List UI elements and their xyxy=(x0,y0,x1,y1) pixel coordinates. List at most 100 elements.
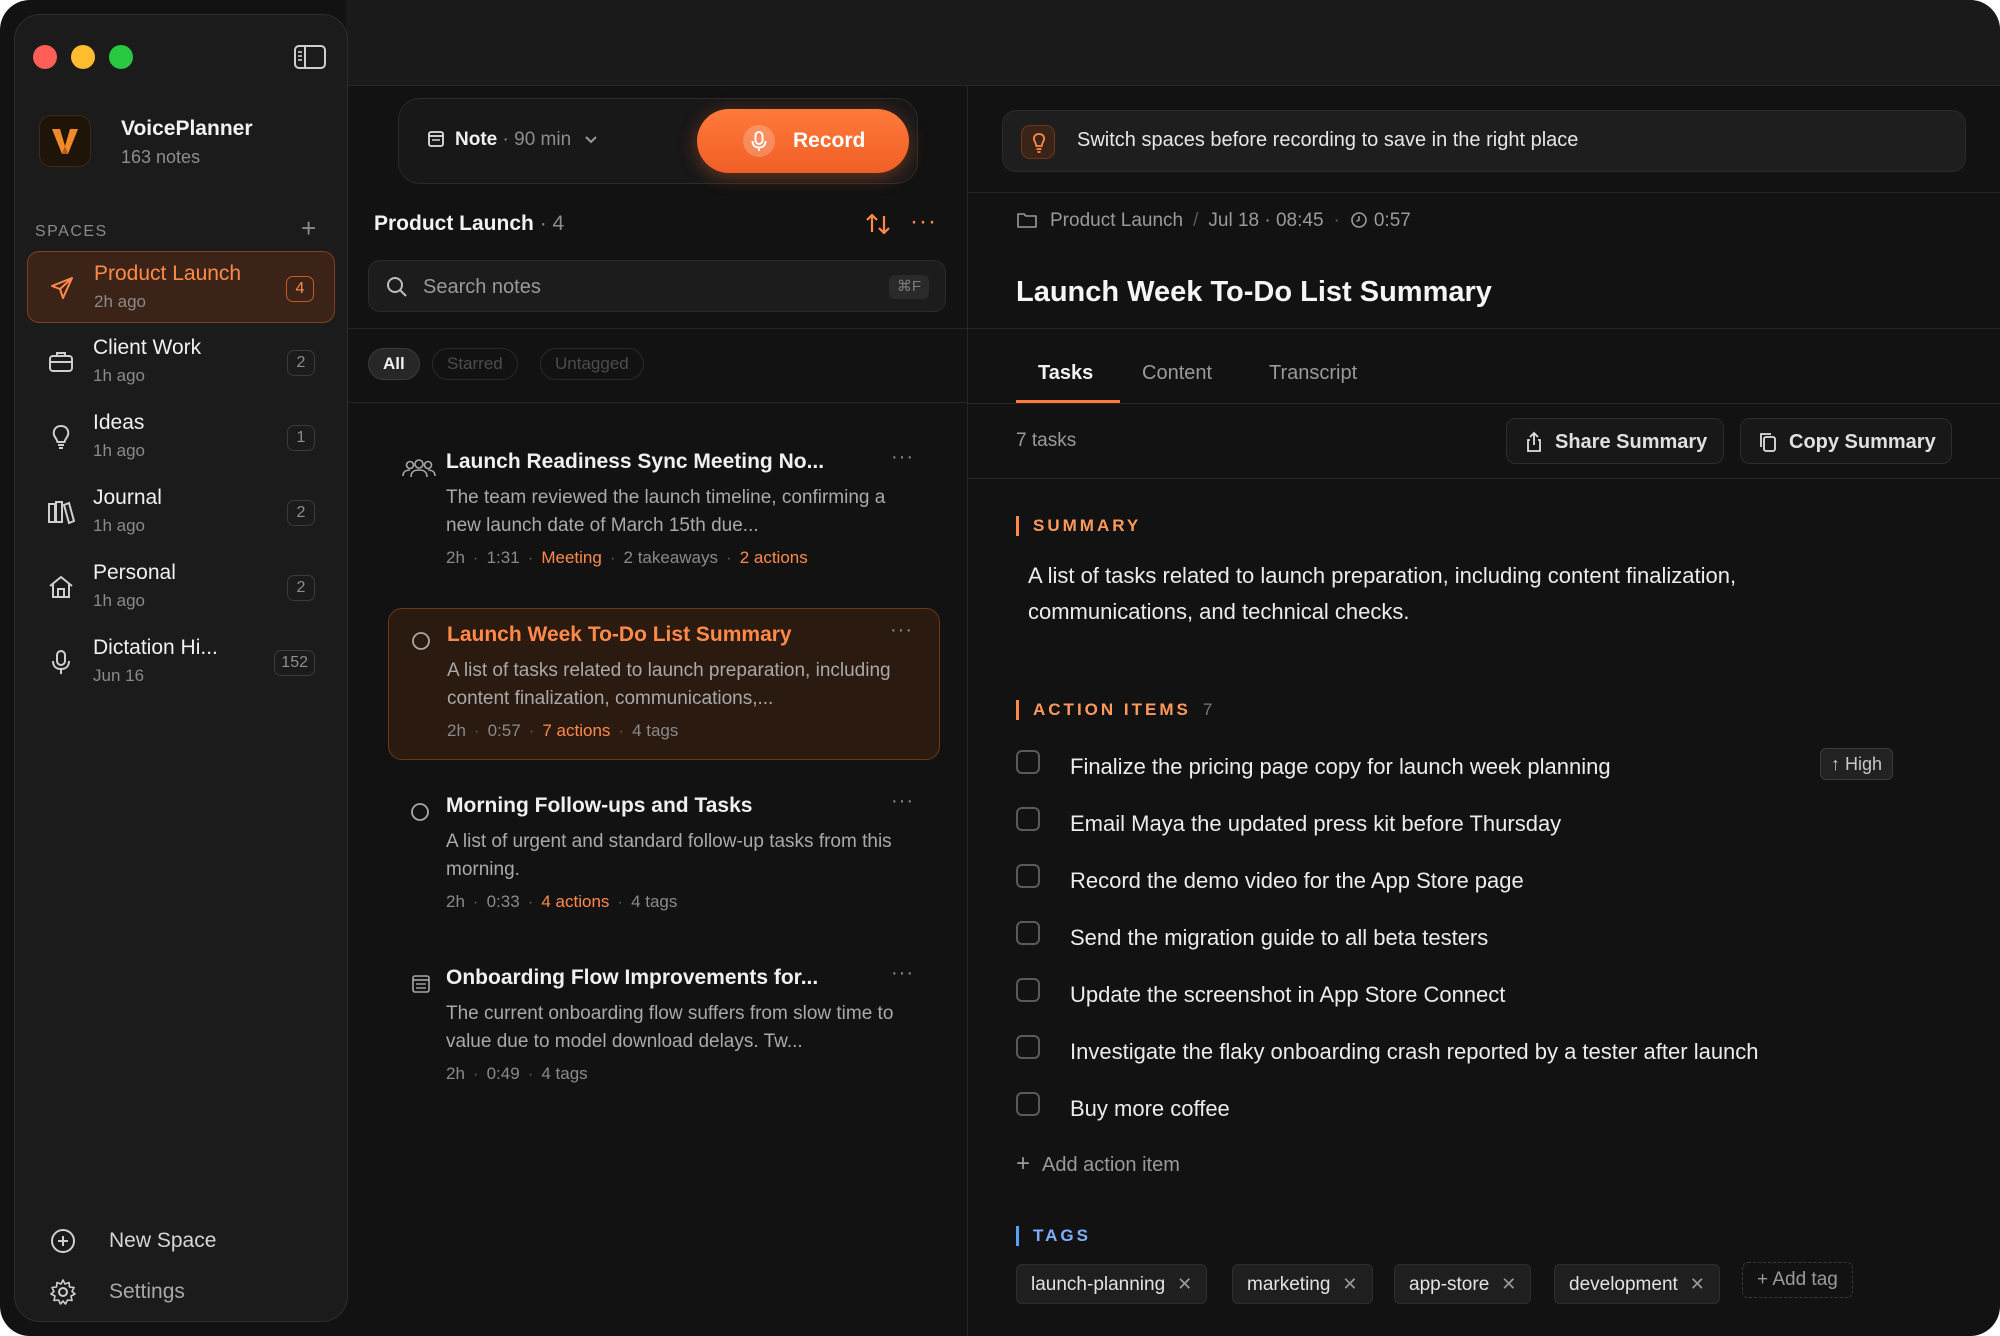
task-text[interactable]: Update the screenshot in App Store Conne… xyxy=(1070,982,1505,1008)
new-space-label: New Space xyxy=(109,1229,217,1252)
copy-summary-button[interactable]: Copy Summary xyxy=(1740,418,1952,464)
filter-all[interactable]: All xyxy=(368,348,420,380)
folder-icon xyxy=(1017,213,1037,228)
task-text[interactable]: Send the migration guide to all beta tes… xyxy=(1070,925,1488,951)
sidebar-item-dictation-history[interactable]: Dictation Hi... Jun 16 152 xyxy=(27,626,335,698)
note-card-selected[interactable]: Launch Week To-Do List Summary ··· A lis… xyxy=(388,608,940,760)
note-title: Morning Follow-ups and Tasks xyxy=(446,794,753,817)
note-icon xyxy=(428,131,444,147)
books-icon xyxy=(48,501,75,525)
space-time: 1h ago xyxy=(93,441,145,460)
note-card[interactable]: Onboarding Flow Improvements for... ··· … xyxy=(388,952,940,1104)
divider xyxy=(968,403,2000,404)
task-checkbox[interactable] xyxy=(1016,921,1040,945)
action-items-count: 7 xyxy=(1202,700,1213,719)
priority-badge[interactable]: ↑ High xyxy=(1820,748,1894,780)
zoom-window-button[interactable] xyxy=(109,45,133,69)
clock-icon xyxy=(1351,212,1367,228)
close-window-button[interactable] xyxy=(33,45,57,69)
filter-untagged[interactable]: Untagged xyxy=(540,348,644,380)
add-tag-button[interactable]: + Add tag xyxy=(1742,1262,1853,1298)
space-count-badge: 1 xyxy=(287,425,315,451)
record-button[interactable]: Record xyxy=(697,109,909,173)
remove-tag-icon[interactable]: ✕ xyxy=(1342,1274,1357,1294)
note-title: Launch Readiness Sync Meeting No... xyxy=(446,450,825,473)
task-item: Send the migration guide to all beta tes… xyxy=(1016,917,1916,957)
add-action-item-button[interactable]: + Add action item xyxy=(1016,1150,1180,1178)
app-window: VoicePlanner 163 notes SPACES + Product … xyxy=(0,0,2000,1336)
notes-count: 163 notes xyxy=(121,147,201,167)
meta-tags: 4 tags xyxy=(631,892,678,911)
remove-tag-icon[interactable]: ✕ xyxy=(1177,1274,1192,1294)
note-meta: 2h · 0:33 · 4 actions · 4 tags xyxy=(446,892,678,911)
remove-tag-icon[interactable]: ✕ xyxy=(1690,1274,1705,1294)
meta-age: 2h xyxy=(446,1064,465,1083)
note-preview: A list of urgent and standard follow-up … xyxy=(446,831,892,880)
task-checkbox[interactable] xyxy=(1016,1035,1040,1059)
minimize-window-button[interactable] xyxy=(71,45,95,69)
meta-duration: 0:33 xyxy=(486,892,520,911)
task-checkbox[interactable] xyxy=(1016,978,1040,1002)
logo-icon xyxy=(52,129,78,154)
share-summary-button[interactable]: Share Summary xyxy=(1506,418,1724,464)
note-more-icon[interactable]: ··· xyxy=(891,962,914,985)
breadcrumb-separator: / xyxy=(1193,210,1199,231)
space-name: Personal xyxy=(93,561,176,584)
divider xyxy=(968,192,2000,193)
home-icon xyxy=(49,576,73,598)
task-text[interactable]: Email Maya the updated press kit before … xyxy=(1070,811,1561,837)
search-input[interactable] xyxy=(423,269,843,305)
list-title-text: Product Launch xyxy=(374,212,534,235)
note-card[interactable]: Morning Follow-ups and Tasks ··· A list … xyxy=(388,780,940,932)
note-card[interactable]: Launch Readiness Sync Meeting No... ··· … xyxy=(388,436,940,588)
add-space-icon[interactable]: + xyxy=(301,215,316,241)
tab-tasks[interactable]: Tasks xyxy=(1038,362,1093,385)
space-time: 1h ago xyxy=(93,516,145,535)
list-more-button[interactable]: ··· xyxy=(910,210,937,234)
breadcrumb-duration: 0:57 xyxy=(1373,210,1411,231)
tip-banner: Switch spaces before recording to save i… xyxy=(1002,110,1966,172)
list-count: · 4 xyxy=(539,212,565,235)
app-logo xyxy=(39,115,91,167)
sort-icon[interactable] xyxy=(864,210,892,238)
sidebar-item-client-work[interactable]: Client Work 1h ago 2 xyxy=(27,326,335,398)
meta-duration: 0:57 xyxy=(487,721,521,740)
send-icon xyxy=(51,277,73,299)
space-time: 1h ago xyxy=(93,591,145,610)
note-type-label: Note xyxy=(455,129,498,150)
breadcrumb-space[interactable]: Product Launch xyxy=(1050,210,1183,231)
spaces-heading: SPACES xyxy=(35,223,108,240)
meta-takeaways: 2 takeaways xyxy=(623,548,719,567)
search-field[interactable]: ⌘F xyxy=(368,260,946,312)
divider xyxy=(968,478,2000,479)
task-text[interactable]: Buy more coffee xyxy=(1070,1096,1230,1122)
sidebar-item-product-launch[interactable]: Product Launch 2h ago 4 xyxy=(27,251,335,323)
tab-transcript[interactable]: Transcript xyxy=(1269,362,1357,385)
tab-content[interactable]: Content xyxy=(1142,362,1212,385)
task-item: Record the demo video for the App Store … xyxy=(1016,860,1916,900)
task-checkbox[interactable] xyxy=(1016,864,1040,888)
sidebar-item-journal[interactable]: Journal 1h ago 2 xyxy=(27,476,335,548)
settings-label: Settings xyxy=(109,1280,185,1303)
task-text[interactable]: Record the demo video for the App Store … xyxy=(1070,868,1524,894)
remove-tag-icon[interactable]: ✕ xyxy=(1501,1274,1516,1294)
summary-heading: SUMMARY xyxy=(1016,516,1141,536)
task-text[interactable]: Investigate the flaky onboarding crash r… xyxy=(1070,1039,1759,1065)
sidebar-toggle-icon[interactable] xyxy=(293,43,327,71)
circle-icon xyxy=(412,632,430,650)
note-more-icon[interactable]: ··· xyxy=(890,619,913,642)
filter-starred[interactable]: Starred xyxy=(432,348,518,380)
sidebar-item-personal[interactable]: Personal 1h ago 2 xyxy=(27,551,335,623)
task-checkbox[interactable] xyxy=(1016,807,1040,831)
sidebar-item-ideas[interactable]: Ideas 1h ago 1 xyxy=(27,401,335,473)
task-checkbox[interactable] xyxy=(1016,750,1040,774)
note-more-icon[interactable]: ··· xyxy=(891,446,914,469)
note-more-icon[interactable]: ··· xyxy=(891,790,914,813)
note-type-dropdown[interactable]: Note · 90 min xyxy=(427,129,598,151)
task-count: 7 tasks xyxy=(1016,430,1077,451)
task-checkbox[interactable] xyxy=(1016,1092,1040,1116)
note-meta: 2h · 0:57 · 7 actions · 4 tags xyxy=(447,721,679,740)
copy-icon xyxy=(1760,433,1776,452)
meta-actions: 7 actions xyxy=(542,721,611,740)
task-text[interactable]: Finalize the pricing page copy for launc… xyxy=(1070,754,1611,780)
